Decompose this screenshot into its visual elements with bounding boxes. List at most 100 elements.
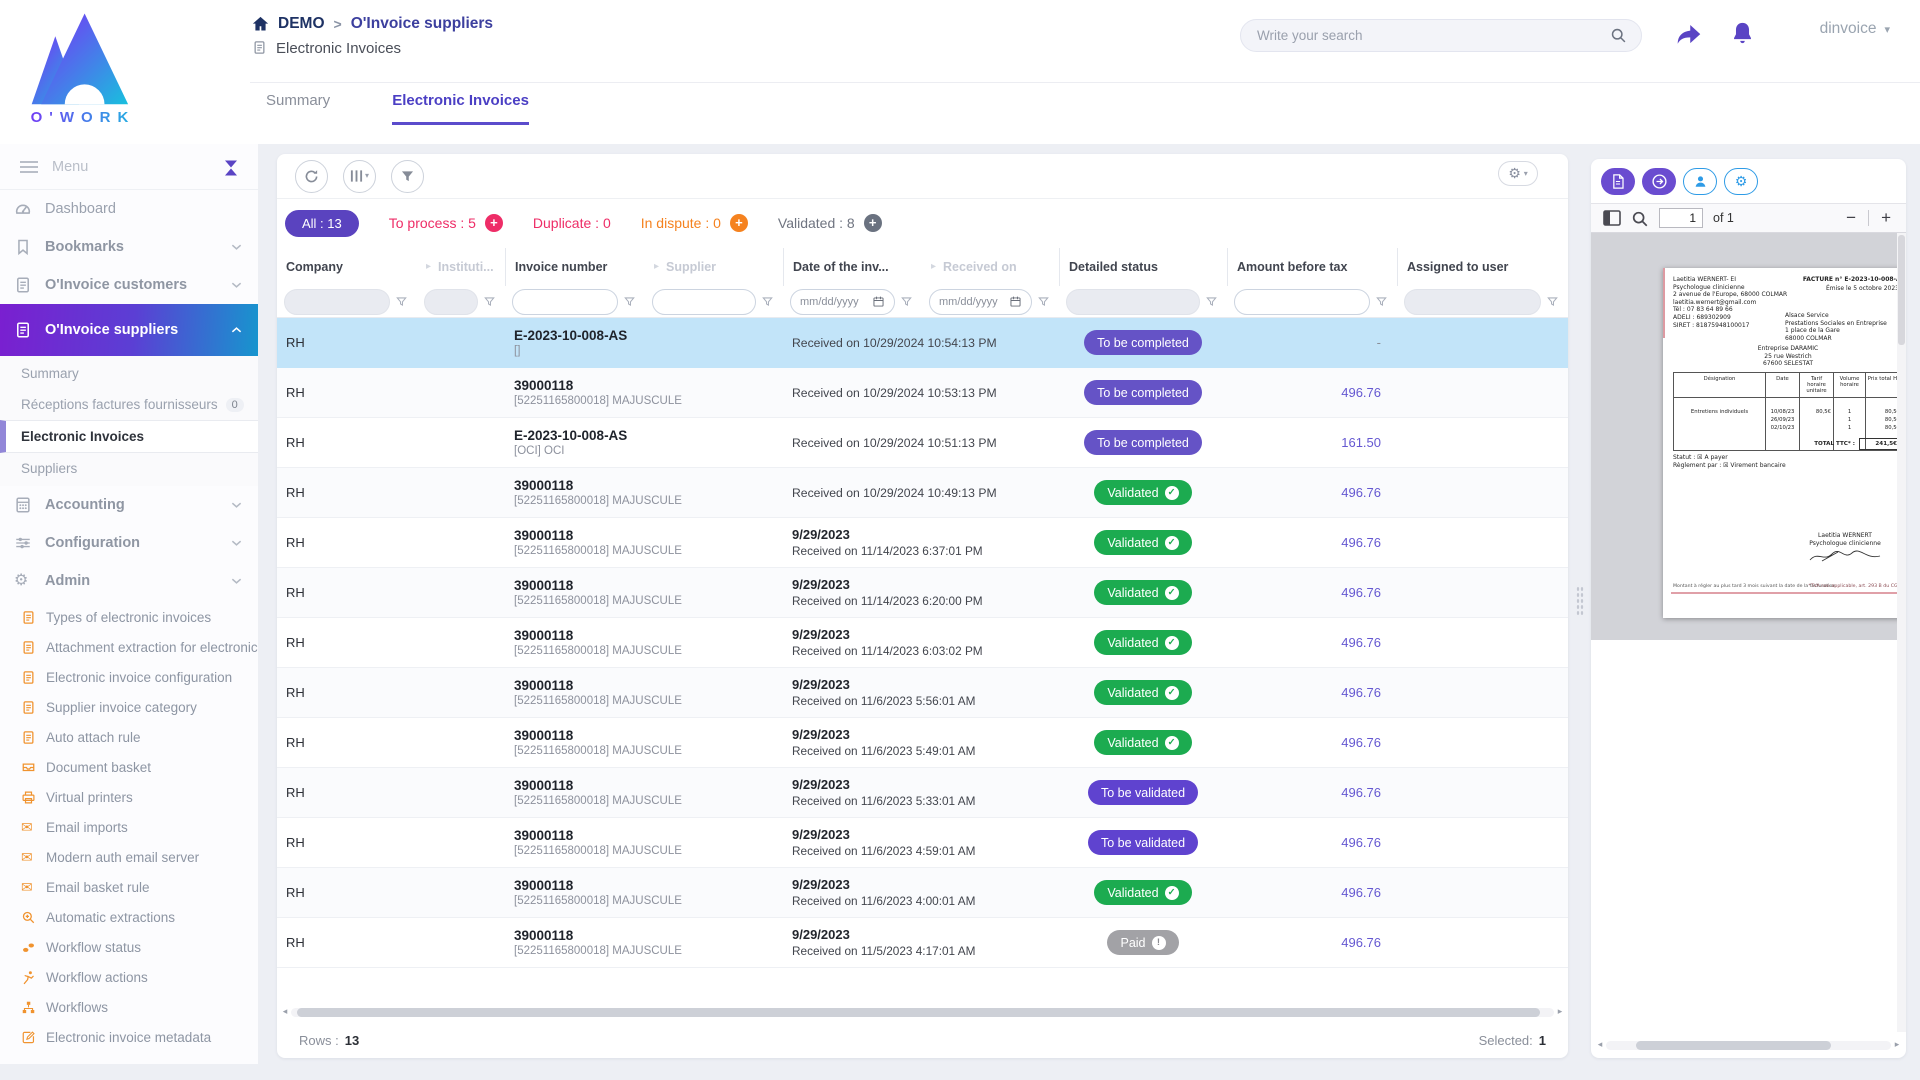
bell-icon[interactable] [1729,20,1756,50]
cell-amount-before-tax[interactable]: 496.76 [1227,585,1397,600]
sidebar-admin-item-supplier-invoice-category[interactable]: Supplier invoice category [0,692,258,722]
sidebar-admin-item-workflow-status[interactable]: Workflow status [0,932,258,962]
zoom-out-button[interactable]: − [1843,208,1859,228]
sidebar-admin-item-electronic-invoice-configuration[interactable]: Electronic invoice configuration [0,662,258,692]
share-icon[interactable] [1674,20,1704,50]
table-row[interactable]: RH39000118[52251165800018] MAJUSCULE9/29… [277,718,1568,768]
column-header-received-on[interactable]: ▸Received on [922,248,1059,286]
filter-input-date-of-the-inv-[interactable]: mm/dd/yyyy [790,289,895,315]
cell-amount-before-tax[interactable]: 496.76 [1227,485,1397,500]
column-header-invoice-number[interactable]: Invoice number [505,248,645,286]
sidebar-admin-item-workflows[interactable]: Workflows [0,992,258,1022]
table-row[interactable]: RH39000118[52251165800018] MAJUSCULERece… [277,468,1568,518]
hamburger-icon[interactable] [20,161,38,173]
sidebar-subitem-r-ceptions-factures-fournisseurs[interactable]: Réceptions factures fournisseurs0 [0,389,258,420]
pdf-vertical-scrollbar[interactable] [1897,233,1906,1032]
column-header-assigned-to-user[interactable]: Assigned to user [1397,248,1568,286]
table-row[interactable]: RH39000118[52251165800018] MAJUSCULE9/29… [277,668,1568,718]
cell-amount-before-tax[interactable]: 496.76 [1227,635,1397,650]
sidebar-subitem-summary[interactable]: Summary [0,358,258,389]
table-row[interactable]: RH39000118[52251165800018] MAJUSCULE9/29… [277,618,1568,668]
sidebar-admin-item-automatic-extractions[interactable]: Automatic extractions [0,902,258,932]
status-tab-duplicate-0[interactable]: Duplicate : 0 [533,215,611,231]
sidebar-item-o-invoice-customers[interactable]: O'Invoice customers [0,266,258,304]
sidebar-subitem-suppliers[interactable]: Suppliers [0,453,258,484]
table-row[interactable]: RH39000118[52251165800018] MAJUSCULE9/29… [277,918,1568,968]
sidebar-item-configuration[interactable]: Configuration [0,524,258,562]
breadcrumb-root[interactable]: DEMO [278,15,325,33]
cell-amount-before-tax[interactable]: 496.76 [1227,935,1397,950]
columns-button[interactable]: ▾ [343,160,376,193]
download-pdf-button[interactable] [1601,168,1635,195]
table-row[interactable]: RH39000118[52251165800018] MAJUSCULERece… [277,368,1568,418]
column-header-company[interactable]: Company [277,248,417,286]
pdf-page-input[interactable] [1659,208,1703,228]
scrollbar-thumb[interactable] [297,1008,1540,1017]
add-filter-icon[interactable]: + [864,214,882,232]
open-document-button[interactable] [1642,168,1676,195]
scrollbar-track[interactable] [291,1008,1554,1017]
sidebar-admin-item-electronic-invoice-metadata[interactable]: Electronic invoice metadata [0,1022,258,1052]
pdf-search-icon[interactable] [1631,210,1649,226]
table-row[interactable]: RH39000118[52251165800018] MAJUSCULE9/29… [277,818,1568,868]
status-tab-validated-8[interactable]: Validated : 8+ [778,214,882,232]
scroll-right-icon[interactable]: ▸ [1891,1041,1903,1050]
add-filter-icon[interactable]: + [730,214,748,232]
scrollbar-thumb[interactable] [1636,1041,1831,1050]
cell-amount-before-tax[interactable]: 161.50 [1227,435,1397,450]
sidebar-admin-item-document-basket[interactable]: Document basket [0,752,258,782]
table-row[interactable]: RH39000118[52251165800018] MAJUSCULE9/29… [277,768,1568,818]
sidebar-item-admin[interactable]: ⚙Admin [0,562,258,600]
column-header-detailed-status[interactable]: Detailed status [1059,248,1227,286]
scrollbar-track[interactable] [1606,1041,1891,1050]
refresh-button[interactable] [295,160,328,193]
app-logo[interactable]: O'WORK [18,6,248,138]
tab-electronic-invoices[interactable]: Electronic Invoices [392,92,529,125]
add-filter-icon[interactable]: + [485,214,503,232]
status-tab-all-13[interactable]: All : 13 [285,210,359,237]
cell-amount-before-tax[interactable]: 496.76 [1227,785,1397,800]
scroll-right-icon[interactable]: ▸ [1554,1008,1566,1017]
filter-input-amount-before-tax[interactable] [1234,289,1370,315]
pin-sidebar-icon[interactable] [224,159,238,175]
filter-input-received-on[interactable]: mm/dd/yyyy [929,289,1032,315]
cell-amount-before-tax[interactable]: 496.76 [1227,735,1397,750]
table-row[interactable]: RH39000118[52251165800018] MAJUSCULE9/29… [277,568,1568,618]
cell-amount-before-tax[interactable]: 496.76 [1227,385,1397,400]
preview-settings-button[interactable]: ⚙ [1724,168,1758,195]
pdf-page[interactable]: Laetitia WERNERT- EIPsychologue clinicie… [1663,268,1906,618]
scroll-left-icon[interactable]: ◂ [279,1008,291,1017]
sidebar-admin-item-modern-auth-email-server[interactable]: ✉Modern auth email server [0,842,258,872]
sidebar-subitem-electronic-invoices[interactable]: Electronic Invoices [0,420,258,453]
filter-button[interactable] [391,160,424,193]
filter-input-invoice-number[interactable] [512,289,618,315]
sidebar-item-o-invoice-suppliers[interactable]: O'Invoice suppliers [0,304,258,356]
cell-amount-before-tax[interactable]: 496.76 [1227,535,1397,550]
search-input[interactable] [1255,27,1610,44]
sidebar-admin-item-workflow-actions[interactable]: Workflow actions [0,962,258,992]
cell-amount-before-tax[interactable]: 496.76 [1227,835,1397,850]
column-header-amount-before-tax[interactable]: Amount before tax [1227,248,1397,286]
panel-resize-handle[interactable] [1576,586,1584,616]
table-row[interactable]: RH39000118[52251165800018] MAJUSCULE9/29… [277,868,1568,918]
breadcrumb-section[interactable]: O'Invoice suppliers [351,15,493,33]
sidebar-admin-item-types-of-electronic-invoices[interactable]: Types of electronic invoices [0,602,258,632]
pdf-sidebar-toggle-icon[interactable] [1603,210,1621,226]
sidebar-admin-item-email-imports[interactable]: ✉Email imports [0,812,258,842]
sidebar-item-accounting[interactable]: Accounting [0,486,258,524]
table-row[interactable]: RHE-2023-10-008-AS[OCI] OCIReceived on 1… [277,418,1568,468]
column-header-instituti-[interactable]: ▸Instituti... [417,248,505,286]
scrollbar-thumb[interactable] [1898,235,1905,345]
cell-amount-before-tax[interactable]: 496.76 [1227,685,1397,700]
sidebar-admin-item-attachment-extraction-for-electronic-invoices[interactable]: Attachment extraction for electronic inv… [0,632,258,662]
sidebar-admin-item-virtual-printers[interactable]: Virtual printers [0,782,258,812]
cell-amount-before-tax[interactable]: 496.76 [1227,885,1397,900]
tab-summary[interactable]: Summary [266,92,330,125]
column-header-date-of-the-inv-[interactable]: Date of the inv... [783,248,922,286]
zoom-in-button[interactable]: + [1878,208,1894,228]
table-row[interactable]: RH39000118[52251165800018] MAJUSCULE9/29… [277,518,1568,568]
scroll-left-icon[interactable]: ◂ [1594,1041,1606,1050]
table-settings-button[interactable]: ⚙ ▾ [1498,161,1538,186]
status-tab-to-process-5[interactable]: To process : 5+ [389,214,503,232]
sidebar-item-bookmarks[interactable]: Bookmarks [0,228,258,266]
